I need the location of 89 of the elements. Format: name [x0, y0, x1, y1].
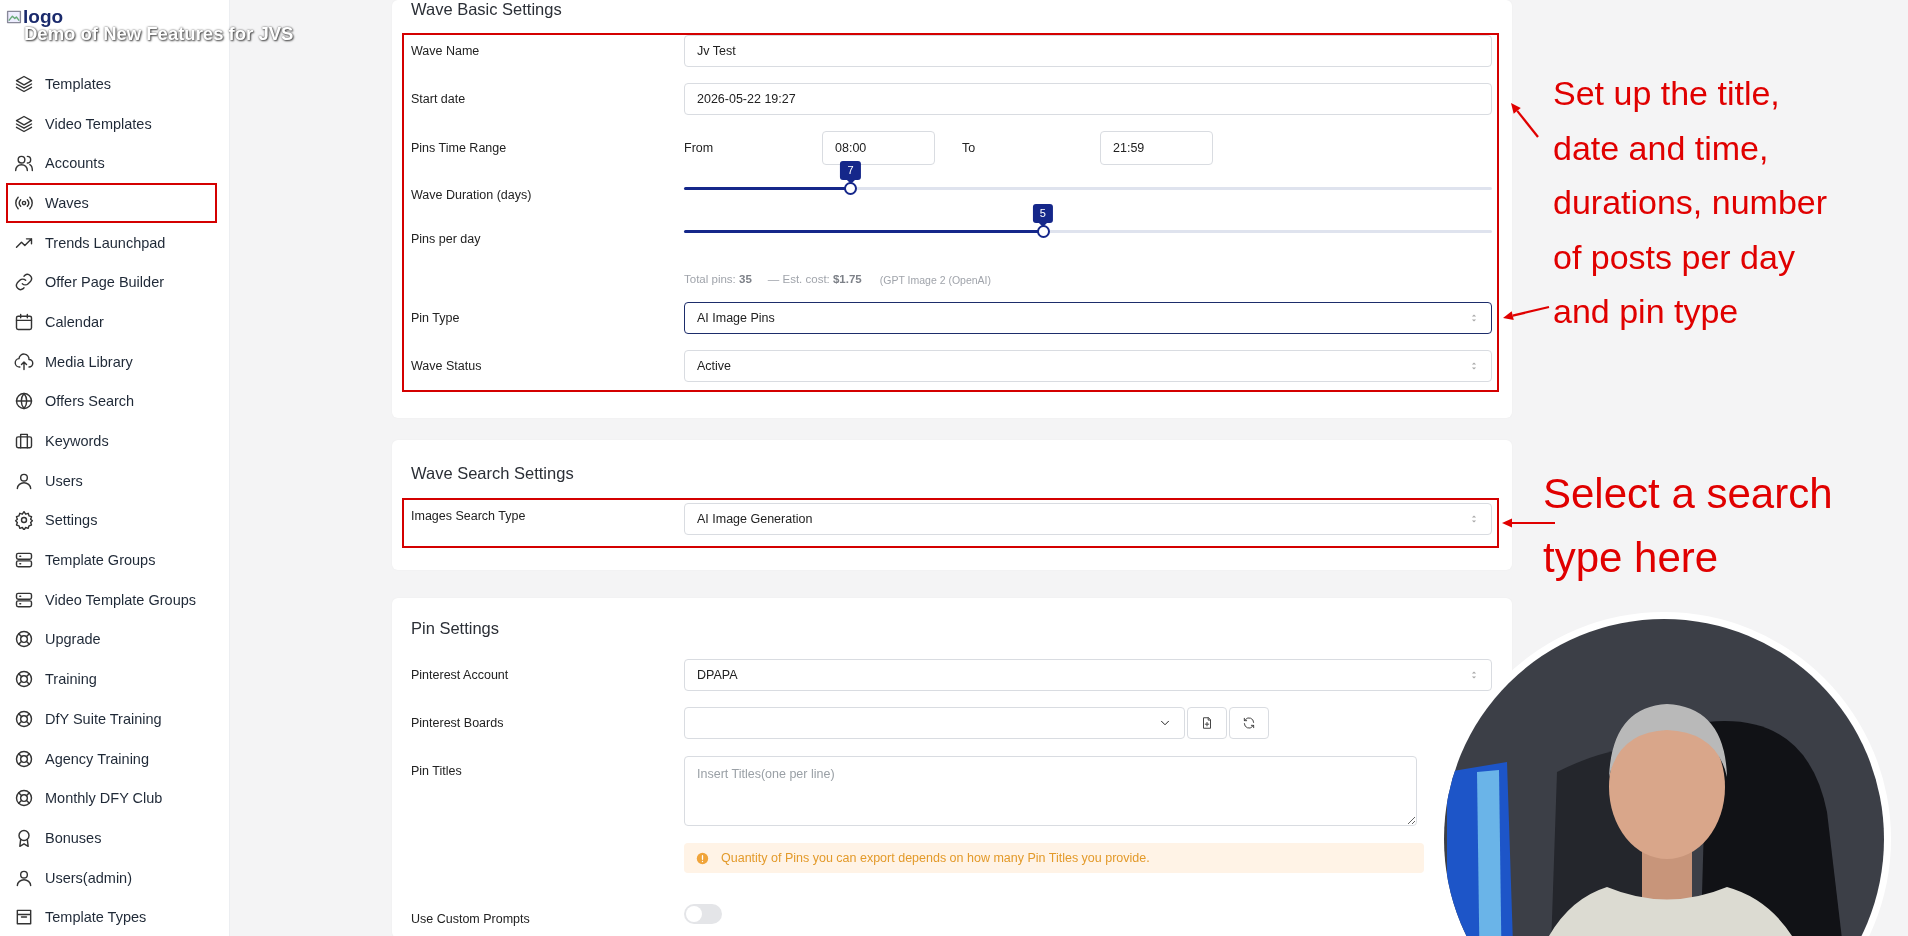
field-label: Wave Name — [411, 43, 481, 58]
select-field[interactable]: AI Image Pins — [684, 302, 1492, 334]
field-label: Wave Duration (days) — [411, 187, 533, 202]
annotation-text: Set up the title, date and time, durations, number of posts per day and pin type — [1553, 73, 1828, 332]
field-label: Pins Time Range — [411, 140, 508, 155]
text-input[interactable]: 2026-05-22 19:27 — [684, 83, 1492, 115]
sidebar-item[interactable]: Video Templates — [6, 103, 217, 144]
add-file-button[interactable] — [1187, 707, 1227, 739]
alert-text: Quantity of Pins you can export depends on how many Pin Titles you provide. — [721, 851, 1150, 865]
users-icon — [14, 153, 34, 174]
value-tooltip: 7 — [840, 161, 861, 180]
time-input[interactable]: 08:00 — [822, 131, 935, 165]
refresh-icon — [1242, 716, 1256, 730]
select-field[interactable]: Active — [684, 350, 1492, 382]
summary-text: Total pins: 35 — [684, 273, 752, 286]
logo-alt-text: logo — [23, 6, 64, 27]
sidebar-item[interactable]: Offer Page Builder — [6, 262, 217, 303]
field-label: Pin Type — [411, 310, 461, 325]
field-label: Pin Titles — [411, 763, 463, 778]
titles-field[interactable]: Insert Titles(one per line) — [684, 756, 1417, 826]
sort-arrows-icon — [1469, 670, 1479, 680]
calendar-icon — [14, 311, 34, 332]
lifebuoy-icon — [14, 788, 34, 809]
field-label: Start date — [411, 91, 467, 106]
annotation-text: Select a search type here — [1543, 469, 1833, 583]
select-field[interactable]: DPAPA — [684, 659, 1492, 691]
summary-text: (GPT Image 2 (OpenAI) — [879, 273, 991, 286]
warning-icon — [696, 851, 709, 865]
field-label: Wave Status — [411, 358, 483, 373]
section-title: Wave Search Settings — [411, 464, 575, 482]
summary-text: — Est. cost: $1.75 — [767, 273, 862, 286]
field-label: Pinterest Account — [411, 667, 510, 682]
sidebar-item[interactable]: Template Types — [6, 897, 217, 936]
sidebar-item[interactable]: Agency Training — [6, 738, 217, 779]
text-input[interactable]: Jv Test — [684, 35, 1492, 67]
sidebar-item[interactable]: Users — [6, 460, 217, 501]
slider-thumb[interactable] — [844, 182, 858, 195]
file-plus-icon — [1200, 716, 1214, 730]
sort-arrows-icon — [1469, 361, 1479, 371]
sidebar-item[interactable]: Template Groups — [6, 540, 217, 580]
sidebar-item[interactable]: Keywords — [6, 421, 217, 461]
sidebar-item[interactable]: Training — [6, 659, 217, 699]
toggle-switch[interactable] — [684, 904, 722, 924]
settings-icon — [14, 510, 34, 531]
sidebar-item[interactable]: Monthly DFY Club — [6, 778, 217, 819]
lifebuoy-icon — [14, 629, 34, 650]
sidebar-item[interactable]: Upgrade — [6, 619, 217, 660]
sidebar-item[interactable]: Offers Search — [6, 381, 217, 422]
sidebar-item[interactable]: Waves — [6, 183, 217, 223]
layers-icon — [14, 73, 34, 94]
field-label: Pins per day — [411, 231, 482, 246]
field-label: Images Search Type — [411, 508, 527, 523]
broken-image-icon — [6, 9, 22, 25]
field-label: Use Custom Prompts — [411, 911, 531, 926]
upload-icon — [14, 351, 34, 372]
sidebar-item[interactable]: Calendar — [6, 302, 217, 342]
section-title: Pin Settings — [411, 619, 501, 637]
slider[interactable]: 7 — [684, 161, 1492, 194]
select-field[interactable]: AI Image Generation — [684, 503, 1492, 535]
sidebar-item[interactable]: Trends Launchpad — [6, 222, 217, 263]
value-tooltip: 5 — [1032, 204, 1053, 223]
lifebuoy-icon — [14, 708, 34, 729]
sidebar-item[interactable]: Settings — [6, 500, 217, 541]
time-input[interactable]: 21:59 — [1100, 131, 1213, 165]
section-title: Wave Basic Settings — [411, 0, 563, 18]
lifebuoy-icon — [14, 669, 34, 690]
sort-arrows-icon — [1469, 313, 1479, 323]
link-icon — [14, 272, 34, 293]
sidebar-item[interactable]: Media Library — [6, 341, 217, 382]
field-label: To — [962, 141, 977, 155]
annotation-arrow — [1511, 103, 1539, 138]
slider[interactable]: 5 — [684, 204, 1492, 237]
field-label: Pinterest Boards — [411, 715, 505, 730]
annotation-arrow — [1503, 305, 1550, 321]
field-label: From — [684, 141, 715, 155]
globe-icon — [14, 391, 34, 412]
layers-icon — [14, 113, 34, 134]
sidebar-item[interactable]: Users(admin) — [6, 857, 217, 898]
select-field[interactable] — [684, 707, 1185, 739]
refresh-button[interactable] — [1229, 707, 1269, 739]
sidebar-item[interactable]: DfY Suite Training — [6, 699, 217, 739]
sidebar-item[interactable]: Video Template Groups — [6, 579, 217, 620]
annotation-arrow — [1502, 518, 1555, 528]
sidebar-item[interactable]: Bonuses — [6, 818, 217, 858]
slider-thumb[interactable] — [1036, 225, 1050, 238]
sort-arrows-icon — [1469, 514, 1479, 524]
sidebar-item[interactable]: Accounts — [6, 143, 217, 184]
lifebuoy-icon — [14, 748, 34, 769]
sidebar-item[interactable]: Templates — [6, 64, 217, 104]
